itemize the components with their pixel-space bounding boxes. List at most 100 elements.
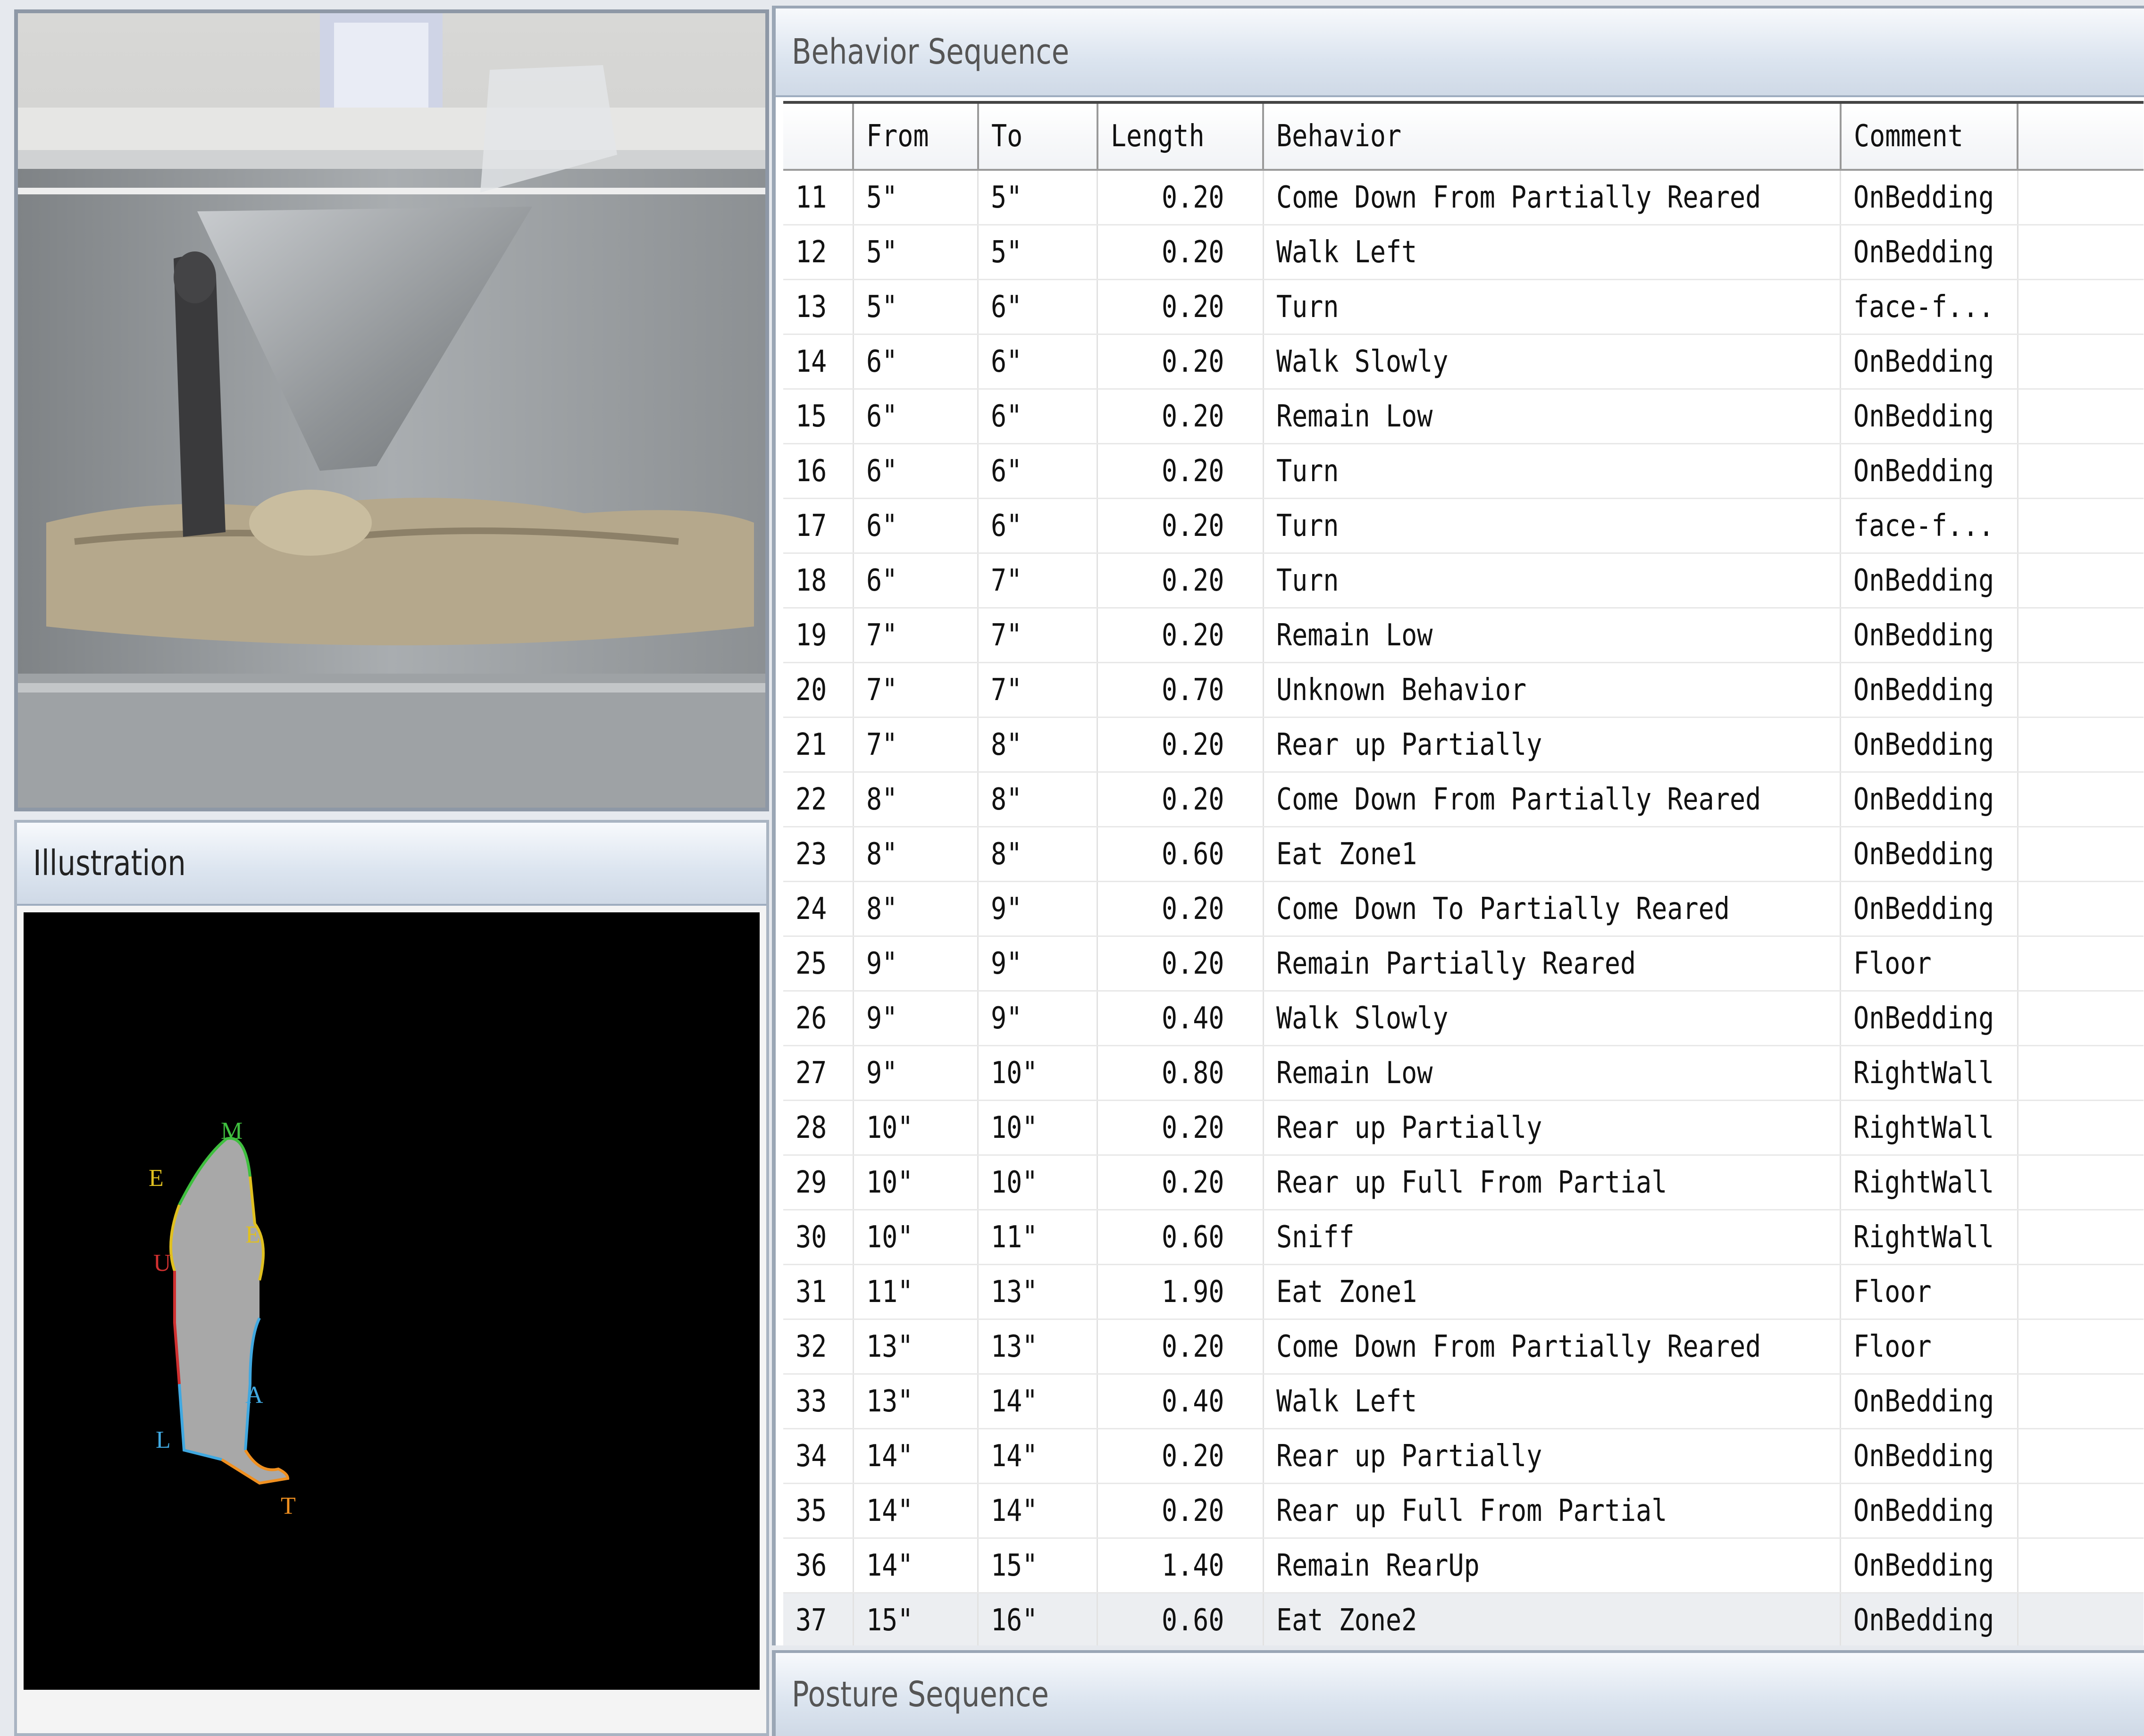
filler-cell xyxy=(2018,1538,2144,1594)
length-cell: 0.20 xyxy=(1097,443,1264,499)
length-cell: 0.20 xyxy=(1097,1428,1264,1484)
row-index: 34 xyxy=(783,1428,854,1484)
table-row[interactable]: 17 6" 6" 0.20 Turn face-f... xyxy=(783,498,2144,554)
to-cell: 5" xyxy=(978,170,1098,225)
table-row[interactable]: 19 7" 7" 0.20 Remain Low OnBedding xyxy=(783,608,2144,663)
row-index: 30 xyxy=(783,1210,854,1265)
table-row[interactable]: 13 5" 6" 0.20 Turn face-f... xyxy=(783,279,2144,335)
table-row[interactable]: 14 6" 6" 0.20 Walk Slowly OnBedding xyxy=(783,334,2144,390)
column-header-behavior[interactable]: Behavior xyxy=(1263,101,1842,171)
from-cell: 9" xyxy=(853,1045,979,1101)
behavior-cell: Rear up Partially xyxy=(1263,1428,1842,1484)
table-row[interactable]: 37 15" 16" 0.60 Eat Zone2 OnBedding xyxy=(783,1593,2144,1645)
from-cell: 7" xyxy=(853,662,979,718)
comment-cell: OnBedding xyxy=(1840,1374,2018,1429)
from-cell: 13" xyxy=(853,1319,979,1375)
from-cell: 14" xyxy=(853,1538,979,1594)
behavior-cell: Sniff xyxy=(1263,1210,1842,1265)
filler-cell xyxy=(2018,389,2144,444)
behavior-grid-container[interactable]: From To Length Behavior Comment 11 5" 5" 0.… xyxy=(783,101,2144,1645)
from-cell: 6" xyxy=(853,389,979,444)
comment-cell: RightWall xyxy=(1840,1100,2018,1156)
column-header-filler xyxy=(2018,101,2144,171)
table-row[interactable]: 24 8" 9" 0.20 Come Down To Partially Reared O… xyxy=(783,881,2144,937)
behavior-cell: Remain RearUp xyxy=(1263,1538,1842,1594)
table-row[interactable]: 34 14" 14" 0.20 Rear up Partially OnBedding xyxy=(783,1428,2144,1484)
table-row[interactable]: 31 11" 13" 1.90 Eat Zone1 Floor xyxy=(783,1264,2144,1320)
from-cell: 6" xyxy=(853,443,979,499)
table-row[interactable]: 36 14" 15" 1.40 Remain RearUp OnBedding xyxy=(783,1538,2144,1594)
filler-cell xyxy=(2018,717,2144,773)
to-cell: 6" xyxy=(978,279,1098,335)
table-row[interactable]: 33 13" 14" 0.40 Walk Left OnBedding xyxy=(783,1374,2144,1429)
table-row[interactable]: 21 7" 8" 0.20 Rear up Partially OnBedding xyxy=(783,717,2144,773)
length-cell: 0.20 xyxy=(1097,498,1264,554)
to-cell: 9" xyxy=(978,936,1098,992)
comment-cell: OnBedding xyxy=(1840,826,2018,882)
to-cell: 6" xyxy=(978,334,1098,390)
to-cell: 11" xyxy=(978,1210,1098,1265)
to-cell: 15" xyxy=(978,1538,1098,1594)
length-cell: 0.20 xyxy=(1097,170,1264,225)
row-index: 17 xyxy=(783,498,854,554)
table-row[interactable]: 22 8" 8" 0.20 Come Down From Partially Reare… xyxy=(783,772,2144,827)
column-header-to[interactable]: To xyxy=(978,101,1098,171)
to-cell: 13" xyxy=(978,1264,1098,1320)
table-row[interactable]: 30 10" 11" 0.60 Sniff RightWall xyxy=(783,1210,2144,1265)
table-row[interactable]: 15 6" 6" 0.20 Remain Low OnBedding xyxy=(783,389,2144,444)
comment-cell: Floor xyxy=(1840,1264,2018,1320)
comment-cell: OnBedding xyxy=(1840,662,2018,718)
length-cell: 0.20 xyxy=(1097,334,1264,390)
column-header-from[interactable]: From xyxy=(853,101,979,171)
behavior-sequence-header: Behavior Sequence xyxy=(776,8,2144,97)
table-row[interactable]: 16 6" 6" 0.20 Turn OnBedding xyxy=(783,443,2144,499)
from-cell: 9" xyxy=(853,991,979,1046)
comment-cell: OnBedding xyxy=(1840,1593,2018,1645)
to-cell: 9" xyxy=(978,881,1098,937)
comment-cell: OnBedding xyxy=(1840,553,2018,609)
row-index: 23 xyxy=(783,826,854,882)
table-row[interactable]: 27 9" 10" 0.80 Remain Low RightWall xyxy=(783,1045,2144,1101)
table-row[interactable]: 20 7" 7" 0.70 Unknown Behavior OnBedding xyxy=(783,662,2144,718)
length-cell: 0.20 xyxy=(1097,717,1264,773)
comment-cell: RightWall xyxy=(1840,1210,2018,1265)
to-cell: 10" xyxy=(978,1045,1098,1101)
table-row[interactable]: 32 13" 13" 0.20 Come Down From Partially Rea… xyxy=(783,1319,2144,1375)
length-cell: 0.20 xyxy=(1097,881,1264,937)
comment-cell: RightWall xyxy=(1840,1045,2018,1101)
table-row[interactable]: 25 9" 9" 0.20 Remain Partially Reared Floor xyxy=(783,936,2144,992)
table-row[interactable]: 12 5" 5" 0.20 Walk Left OnBedding xyxy=(783,225,2144,280)
table-row[interactable]: 29 10" 10" 0.20 Rear up Full From Partial Rig… xyxy=(783,1155,2144,1210)
table-row[interactable]: 35 14" 14" 0.20 Rear up Full From Partial OnB… xyxy=(783,1483,2144,1539)
mouse-cage-video-image xyxy=(18,13,765,808)
table-row[interactable]: 23 8" 8" 0.60 Eat Zone1 OnBedding xyxy=(783,826,2144,882)
behavior-cell: Rear up Partially xyxy=(1263,1100,1842,1156)
filler-cell xyxy=(2018,608,2144,663)
comment-cell: OnBedding xyxy=(1840,1428,2018,1484)
mouse-silhouette-illustration: M E E U A L T xyxy=(149,1118,296,1519)
from-cell: 14" xyxy=(853,1428,979,1484)
table-row[interactable]: 26 9" 9" 0.40 Walk Slowly OnBedding xyxy=(783,991,2144,1046)
label-u: U xyxy=(153,1250,171,1277)
from-cell: 10" xyxy=(853,1210,979,1265)
table-row[interactable]: 28 10" 10" 0.20 Rear up Partially RightWall xyxy=(783,1100,2144,1156)
behavior-cell: Rear up Full From Partial xyxy=(1263,1155,1842,1210)
length-cell: 0.20 xyxy=(1097,389,1264,444)
column-header-index[interactable] xyxy=(783,101,854,171)
comment-cell: OnBedding xyxy=(1840,1483,2018,1539)
table-row[interactable]: 18 6" 7" 0.20 Turn OnBedding xyxy=(783,553,2144,609)
behavior-cell: Turn xyxy=(1263,498,1842,554)
filler-cell xyxy=(2018,1045,2144,1101)
label-e-right: E xyxy=(245,1221,260,1248)
to-cell: 7" xyxy=(978,662,1098,718)
length-cell: 0.80 xyxy=(1097,1045,1264,1101)
column-header-comment[interactable]: Comment xyxy=(1840,101,2019,171)
table-row[interactable]: 11 5" 5" 0.20 Come Down From Partially Reare… xyxy=(783,170,2144,225)
behavior-sequence-panel: Behavior Sequence From To Length Behavio… xyxy=(772,6,2144,1645)
row-index: 28 xyxy=(783,1100,854,1156)
length-cell: 0.20 xyxy=(1097,553,1264,609)
column-header-length[interactable]: Length xyxy=(1097,101,1265,171)
length-cell: 0.20 xyxy=(1097,772,1264,827)
video-frame xyxy=(14,9,769,811)
behavior-cell: Eat Zone1 xyxy=(1263,1264,1842,1320)
